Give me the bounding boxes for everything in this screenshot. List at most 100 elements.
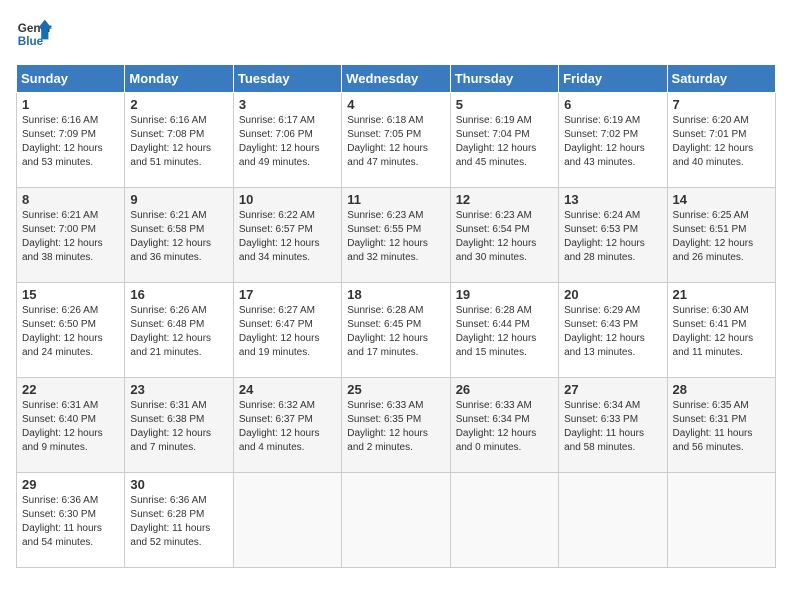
day-number: 29 — [22, 477, 119, 492]
cell-content: Sunrise: 6:32 AMSunset: 6:37 PMDaylight:… — [239, 399, 336, 455]
cell-content: Sunrise: 6:33 AMSunset: 6:34 PMDaylight:… — [456, 399, 553, 455]
cell-content: Sunrise: 6:19 AMSunset: 7:02 PMDaylight:… — [564, 114, 661, 170]
calendar-header-row: SundayMondayTuesdayWednesdayThursdayFrid… — [17, 65, 776, 93]
day-number: 1 — [22, 97, 119, 112]
week-row-1: 1 Sunrise: 6:16 AMSunset: 7:09 PMDaylight… — [17, 93, 776, 188]
cell-content: Sunrise: 6:18 AMSunset: 7:05 PMDaylight:… — [347, 114, 444, 170]
calendar-cell: 22Sunrise: 6:31 AMSunset: 6:40 PMDayligh… — [17, 378, 125, 473]
cell-content: Sunrise: 6:28 AMSunset: 6:44 PMDaylight:… — [456, 304, 553, 360]
cell-content: Sunrise: 6:23 AMSunset: 6:55 PMDaylight:… — [347, 209, 444, 265]
weekday-header-tuesday: Tuesday — [233, 65, 341, 93]
day-number: 13 — [564, 192, 661, 207]
day-number: 3 — [239, 97, 336, 112]
calendar-cell: 9 Sunrise: 6:21 AMSunset: 6:58 PMDaylight… — [125, 188, 233, 283]
cell-content: Sunrise: 6:20 AMSunset: 7:01 PMDaylight:… — [673, 114, 770, 170]
day-number: 14 — [673, 192, 770, 207]
day-number: 30 — [130, 477, 227, 492]
cell-content: Sunrise: 6:28 AMSunset: 6:45 PMDaylight:… — [347, 304, 444, 360]
cell-content: Sunrise: 6:31 AMSunset: 6:38 PMDaylight:… — [130, 399, 227, 455]
calendar-cell — [559, 473, 667, 568]
cell-content: Sunrise: 6:33 AMSunset: 6:35 PMDaylight:… — [347, 399, 444, 455]
cell-content: Sunrise: 6:36 AMSunset: 6:28 PMDaylight:… — [130, 494, 227, 550]
calendar-cell — [450, 473, 558, 568]
weekday-header-thursday: Thursday — [450, 65, 558, 93]
day-number: 23 — [130, 382, 227, 397]
day-number: 20 — [564, 287, 661, 302]
cell-content: Sunrise: 6:26 AMSunset: 6:48 PMDaylight:… — [130, 304, 227, 360]
day-number: 25 — [347, 382, 444, 397]
calendar-cell: 30 Sunrise: 6:36 AMSunset: 6:28 PMDayligh… — [125, 473, 233, 568]
cell-content: Sunrise: 6:19 AMSunset: 7:04 PMDaylight:… — [456, 114, 553, 170]
day-number: 10 — [239, 192, 336, 207]
calendar-cell: 18 Sunrise: 6:28 AMSunset: 6:45 PMDayligh… — [342, 283, 450, 378]
calendar-body: 1 Sunrise: 6:16 AMSunset: 7:09 PMDaylight… — [17, 93, 776, 568]
cell-content: Sunrise: 6:24 AMSunset: 6:53 PMDaylight:… — [564, 209, 661, 265]
calendar-cell: 21 Sunrise: 6:30 AMSunset: 6:41 PMDayligh… — [667, 283, 775, 378]
day-number: 16 — [130, 287, 227, 302]
calendar-cell: 23 Sunrise: 6:31 AMSunset: 6:38 PMDayligh… — [125, 378, 233, 473]
calendar-cell — [342, 473, 450, 568]
day-number: 24 — [239, 382, 336, 397]
day-number: 11 — [347, 192, 444, 207]
calendar-cell: 29 Sunrise: 6:36 AMSunset: 6:30 PMDayligh… — [17, 473, 125, 568]
cell-content: Sunrise: 6:31 AMSunset: 6:40 PMDaylight:… — [22, 399, 119, 455]
cell-content: Sunrise: 6:16 AMSunset: 7:09 PMDaylight:… — [22, 114, 119, 170]
cell-content: Sunrise: 6:36 AMSunset: 6:30 PMDaylight:… — [22, 494, 119, 550]
calendar-cell: 12 Sunrise: 6:23 AMSunset: 6:54 PMDayligh… — [450, 188, 558, 283]
cell-content: Sunrise: 6:26 AMSunset: 6:50 PMDaylight:… — [22, 304, 119, 360]
calendar-cell: 4 Sunrise: 6:18 AMSunset: 7:05 PMDaylight… — [342, 93, 450, 188]
week-row-5: 29 Sunrise: 6:36 AMSunset: 6:30 PMDayligh… — [17, 473, 776, 568]
day-number: 2 — [130, 97, 227, 112]
week-row-2: 8 Sunrise: 6:21 AMSunset: 7:00 PMDaylight… — [17, 188, 776, 283]
calendar-cell: 3Sunrise: 6:17 AMSunset: 7:06 PMDaylight… — [233, 93, 341, 188]
cell-content: Sunrise: 6:23 AMSunset: 6:54 PMDaylight:… — [456, 209, 553, 265]
svg-text:Blue: Blue — [18, 35, 44, 48]
calendar-cell: 2Sunrise: 6:16 AMSunset: 7:08 PMDaylight… — [125, 93, 233, 188]
weekday-header-monday: Monday — [125, 65, 233, 93]
cell-content: Sunrise: 6:34 AMSunset: 6:33 PMDaylight:… — [564, 399, 661, 455]
day-number: 6 — [564, 97, 661, 112]
calendar-cell: 15 Sunrise: 6:26 AMSunset: 6:50 PMDayligh… — [17, 283, 125, 378]
cell-content: Sunrise: 6:21 AMSunset: 7:00 PMDaylight:… — [22, 209, 119, 265]
logo-icon: General Blue — [16, 16, 52, 52]
calendar-cell: 10 Sunrise: 6:22 AMSunset: 6:57 PMDayligh… — [233, 188, 341, 283]
day-number: 5 — [456, 97, 553, 112]
day-number: 7 — [673, 97, 770, 112]
calendar-cell: 25 Sunrise: 6:33 AMSunset: 6:35 PMDayligh… — [342, 378, 450, 473]
cell-content: Sunrise: 6:25 AMSunset: 6:51 PMDaylight:… — [673, 209, 770, 265]
calendar-cell: 11 Sunrise: 6:23 AMSunset: 6:55 PMDayligh… — [342, 188, 450, 283]
calendar-cell: 1 Sunrise: 6:16 AMSunset: 7:09 PMDaylight… — [17, 93, 125, 188]
week-row-3: 15 Sunrise: 6:26 AMSunset: 6:50 PMDayligh… — [17, 283, 776, 378]
weekday-header-saturday: Saturday — [667, 65, 775, 93]
calendar-cell: 13 Sunrise: 6:24 AMSunset: 6:53 PMDayligh… — [559, 188, 667, 283]
cell-content: Sunrise: 6:21 AMSunset: 6:58 PMDaylight:… — [130, 209, 227, 265]
calendar-table: SundayMondayTuesdayWednesdayThursdayFrid… — [16, 64, 776, 568]
cell-content: Sunrise: 6:27 AMSunset: 6:47 PMDaylight:… — [239, 304, 336, 360]
weekday-header-sunday: Sunday — [17, 65, 125, 93]
day-number: 27 — [564, 382, 661, 397]
calendar-cell: 7 Sunrise: 6:20 AMSunset: 7:01 PMDaylight… — [667, 93, 775, 188]
day-number: 26 — [456, 382, 553, 397]
day-number: 8 — [22, 192, 119, 207]
cell-content: Sunrise: 6:30 AMSunset: 6:41 PMDaylight:… — [673, 304, 770, 360]
week-row-4: 22Sunrise: 6:31 AMSunset: 6:40 PMDayligh… — [17, 378, 776, 473]
day-number: 17 — [239, 287, 336, 302]
calendar-cell: 8 Sunrise: 6:21 AMSunset: 7:00 PMDaylight… — [17, 188, 125, 283]
cell-content: Sunrise: 6:22 AMSunset: 6:57 PMDaylight:… — [239, 209, 336, 265]
calendar-cell: 6 Sunrise: 6:19 AMSunset: 7:02 PMDaylight… — [559, 93, 667, 188]
day-number: 12 — [456, 192, 553, 207]
calendar-cell: 14 Sunrise: 6:25 AMSunset: 6:51 PMDayligh… — [667, 188, 775, 283]
day-number: 28 — [673, 382, 770, 397]
calendar-cell: 24 Sunrise: 6:32 AMSunset: 6:37 PMDayligh… — [233, 378, 341, 473]
day-number: 15 — [22, 287, 119, 302]
day-number: 4 — [347, 97, 444, 112]
day-number: 9 — [130, 192, 227, 207]
calendar-cell: 27 Sunrise: 6:34 AMSunset: 6:33 PMDayligh… — [559, 378, 667, 473]
calendar-cell: 16 Sunrise: 6:26 AMSunset: 6:48 PMDayligh… — [125, 283, 233, 378]
day-number: 18 — [347, 287, 444, 302]
calendar-cell — [233, 473, 341, 568]
calendar-cell: 17 Sunrise: 6:27 AMSunset: 6:47 PMDayligh… — [233, 283, 341, 378]
weekday-header-wednesday: Wednesday — [342, 65, 450, 93]
calendar-cell: 5 Sunrise: 6:19 AMSunset: 7:04 PMDaylight… — [450, 93, 558, 188]
day-number: 21 — [673, 287, 770, 302]
